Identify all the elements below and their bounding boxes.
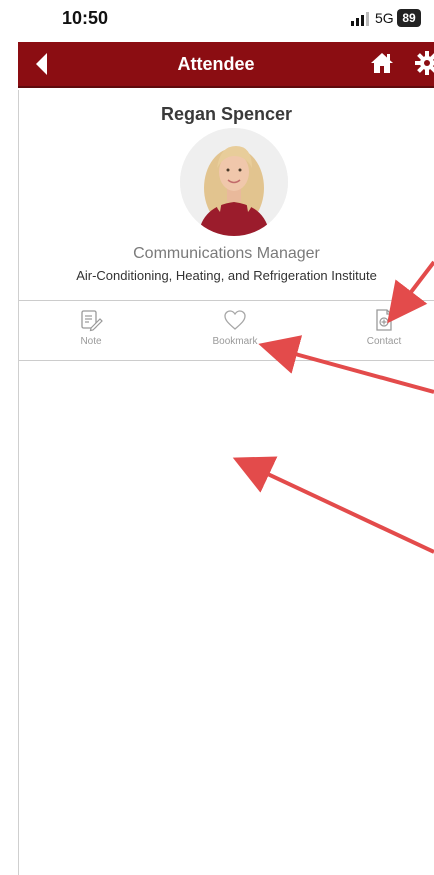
network-label: 5G [375, 10, 394, 26]
contact-label: Contact [366, 336, 402, 347]
bookmark-label: Bookmark [212, 336, 258, 347]
contact-button[interactable]: Contact [339, 308, 429, 354]
avatar [180, 128, 288, 236]
navbar: Attendee [18, 42, 434, 88]
avatar-photo [180, 128, 288, 236]
home-icon[interactable] [370, 52, 394, 74]
heart-icon [224, 310, 246, 330]
bookmark-button[interactable]: Bookmark [190, 308, 280, 354]
note-button[interactable]: Note [46, 308, 136, 354]
divider [19, 360, 434, 361]
note-label: Note [80, 336, 102, 347]
attendee-organization: Air-Conditioning, Heating, and Refrigera… [76, 268, 377, 283]
screen: 10:50 5G 89 Attendee Regan Spencer Commu… [0, 0, 434, 875]
status-bar: 10:50 5G 89 [0, 0, 434, 40]
attendee-detail: Regan Spencer Communications Manager Air… [18, 90, 434, 875]
attendee-role: Communications Manager [133, 245, 320, 262]
attendee-name: Regan Spencer [160, 104, 293, 124]
add-contact-icon [376, 309, 392, 331]
gear-icon[interactable] [415, 51, 434, 75]
note-edit-icon [81, 310, 103, 332]
status-time: 10:50 [62, 8, 109, 28]
divider [19, 300, 434, 301]
battery-indicator: 89 [397, 9, 421, 27]
signal-icon [351, 12, 369, 26]
